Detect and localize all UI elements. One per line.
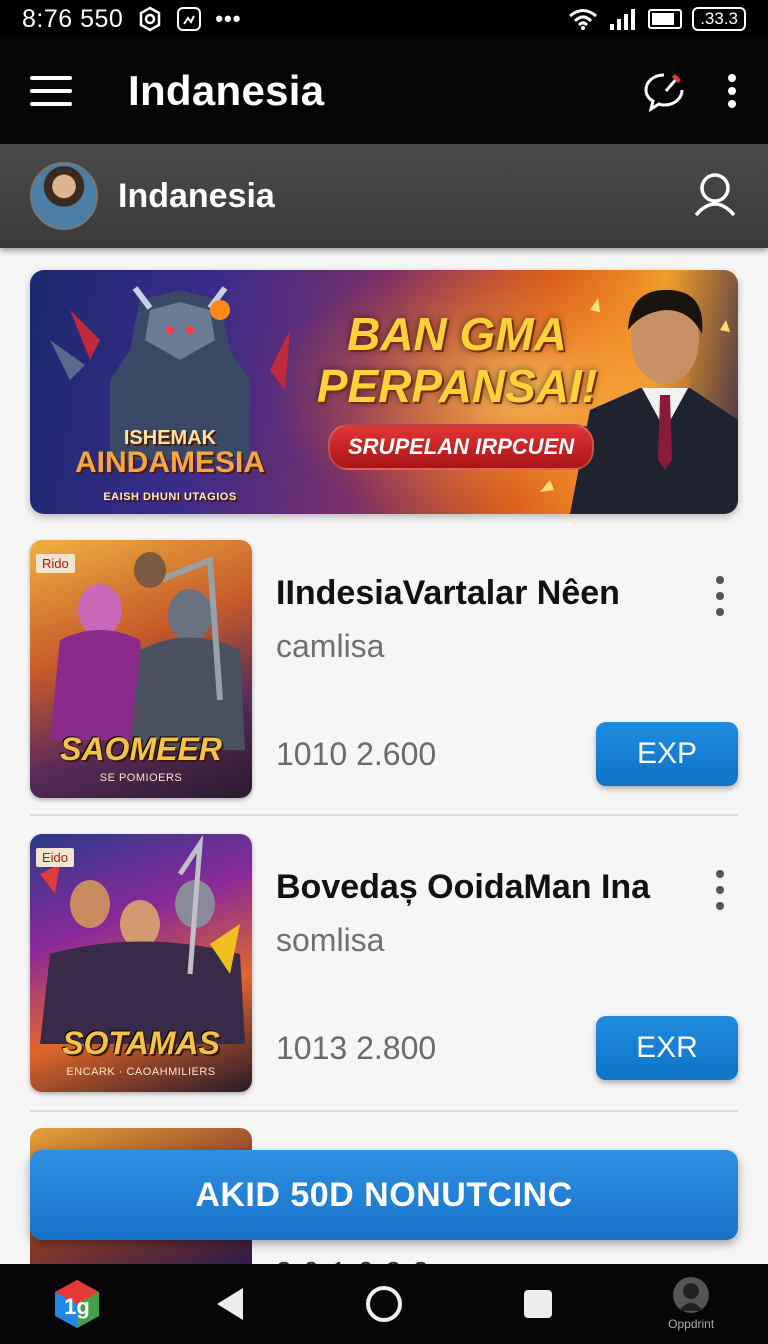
item-title[interactable]: Bovedaș OoidaMan Ina <box>276 868 650 907</box>
status-right: .33.3 <box>568 7 746 31</box>
status-time: 8:76 550 <box>22 4 124 33</box>
thumbnail-subtitle: ENCARK · CAOAHMILIERS <box>66 1066 216 1078</box>
home-icon[interactable] <box>334 1284 434 1324</box>
divider <box>30 1110 738 1112</box>
item-thumbnail[interactable]: Rido SAOMEER SE POMIOERS <box>30 540 252 798</box>
search-icon[interactable] <box>692 171 738 222</box>
item-subtitle: camlisa <box>276 628 385 664</box>
battery-icon <box>648 9 683 29</box>
avatar[interactable] <box>30 162 98 230</box>
banner-logo-main: AINDAMESIA <box>74 446 265 479</box>
app-title: Indanesia <box>128 67 325 114</box>
item-tag: Rido <box>36 554 75 573</box>
profile-bar: Indanesia <box>0 144 768 248</box>
thumbnail-title: SAOMEER <box>60 731 222 767</box>
wifi-icon <box>569 9 598 30</box>
cta-button[interactable]: AKID 50D NONUTCINC <box>30 1150 738 1240</box>
app-bar: Indanesia <box>0 38 768 144</box>
list-item: Eido SOTAMAS ENCARK · CAOAHMILIERS Boved… <box>30 834 738 1104</box>
back-icon[interactable] <box>180 1286 280 1322</box>
status-bar: 8:76 550 ••• .33.3 <box>0 0 768 38</box>
profile-label: Oppdrint <box>668 1317 715 1331</box>
photo-icon <box>177 7 202 31</box>
banner-logo: ISHEMAK AINDAMESIA EAISH DHUNI UTAGIOS <box>70 428 270 512</box>
menu-icon[interactable] <box>30 76 72 106</box>
app-logo-icon[interactable]: 1g <box>27 1278 127 1330</box>
item-title[interactable]: IIndesiaVartalar Nêen <box>276 574 620 613</box>
item-tag: Eido <box>36 848 75 867</box>
nav-bar: 1g Oppdrint <box>0 1264 768 1344</box>
banner-pill[interactable]: SRUPELAN IRPCUEN <box>328 424 595 470</box>
item-action-button[interactable]: EXR <box>596 1016 738 1080</box>
item-overflow-icon[interactable] <box>712 870 728 910</box>
banner-logo-top: ISHEMAK <box>123 427 217 449</box>
promo-banner[interactable]: BAN GMA PERPANSAI! SRUPELAN IRPCUEN ISHE… <box>30 270 738 514</box>
status-left: 8:76 550 ••• <box>22 5 241 34</box>
thumbnail-subtitle: SE POMIOERS <box>99 772 183 784</box>
banner-logo-sub: EAISH DHUNI UTAGIOS <box>103 491 237 503</box>
thumbnail-title: SOTAMAS <box>62 1025 220 1061</box>
list-item: Rido SAOMEER SE POMIOERS IIndesiaVartala… <box>30 540 738 810</box>
chat-edit-icon[interactable] <box>642 69 686 113</box>
item-overflow-icon[interactable] <box>712 576 728 616</box>
item-subtitle: somlisa <box>276 922 385 958</box>
screen: 8:76 550 ••• .33.3 Indanesia Indanesia B… <box>0 0 768 1344</box>
item-action-button[interactable]: EXP <box>596 722 738 786</box>
divider <box>30 814 738 816</box>
app-actions <box>642 69 738 113</box>
recents-icon[interactable] <box>488 1288 588 1320</box>
item-price: 1010 2.600 <box>276 736 437 772</box>
profile-name: Indanesia <box>118 176 275 215</box>
banner-headline: BAN GMA PERPANSAI! <box>316 308 598 412</box>
signal-icon <box>610 9 636 30</box>
profile-icon[interactable]: Oppdrint <box>641 1277 741 1331</box>
item-thumbnail[interactable]: Eido SOTAMAS ENCARK · CAOAHMILIERS <box>30 834 252 1092</box>
more-dots-icon: ••• <box>215 6 242 31</box>
battery-label: .33.3 <box>692 7 746 31</box>
svg-text:1g: 1g <box>64 1294 90 1319</box>
overflow-icon[interactable] <box>726 73 738 109</box>
item-price: 1013 2.800 <box>276 1030 437 1066</box>
settings-circle-icon <box>140 6 161 32</box>
